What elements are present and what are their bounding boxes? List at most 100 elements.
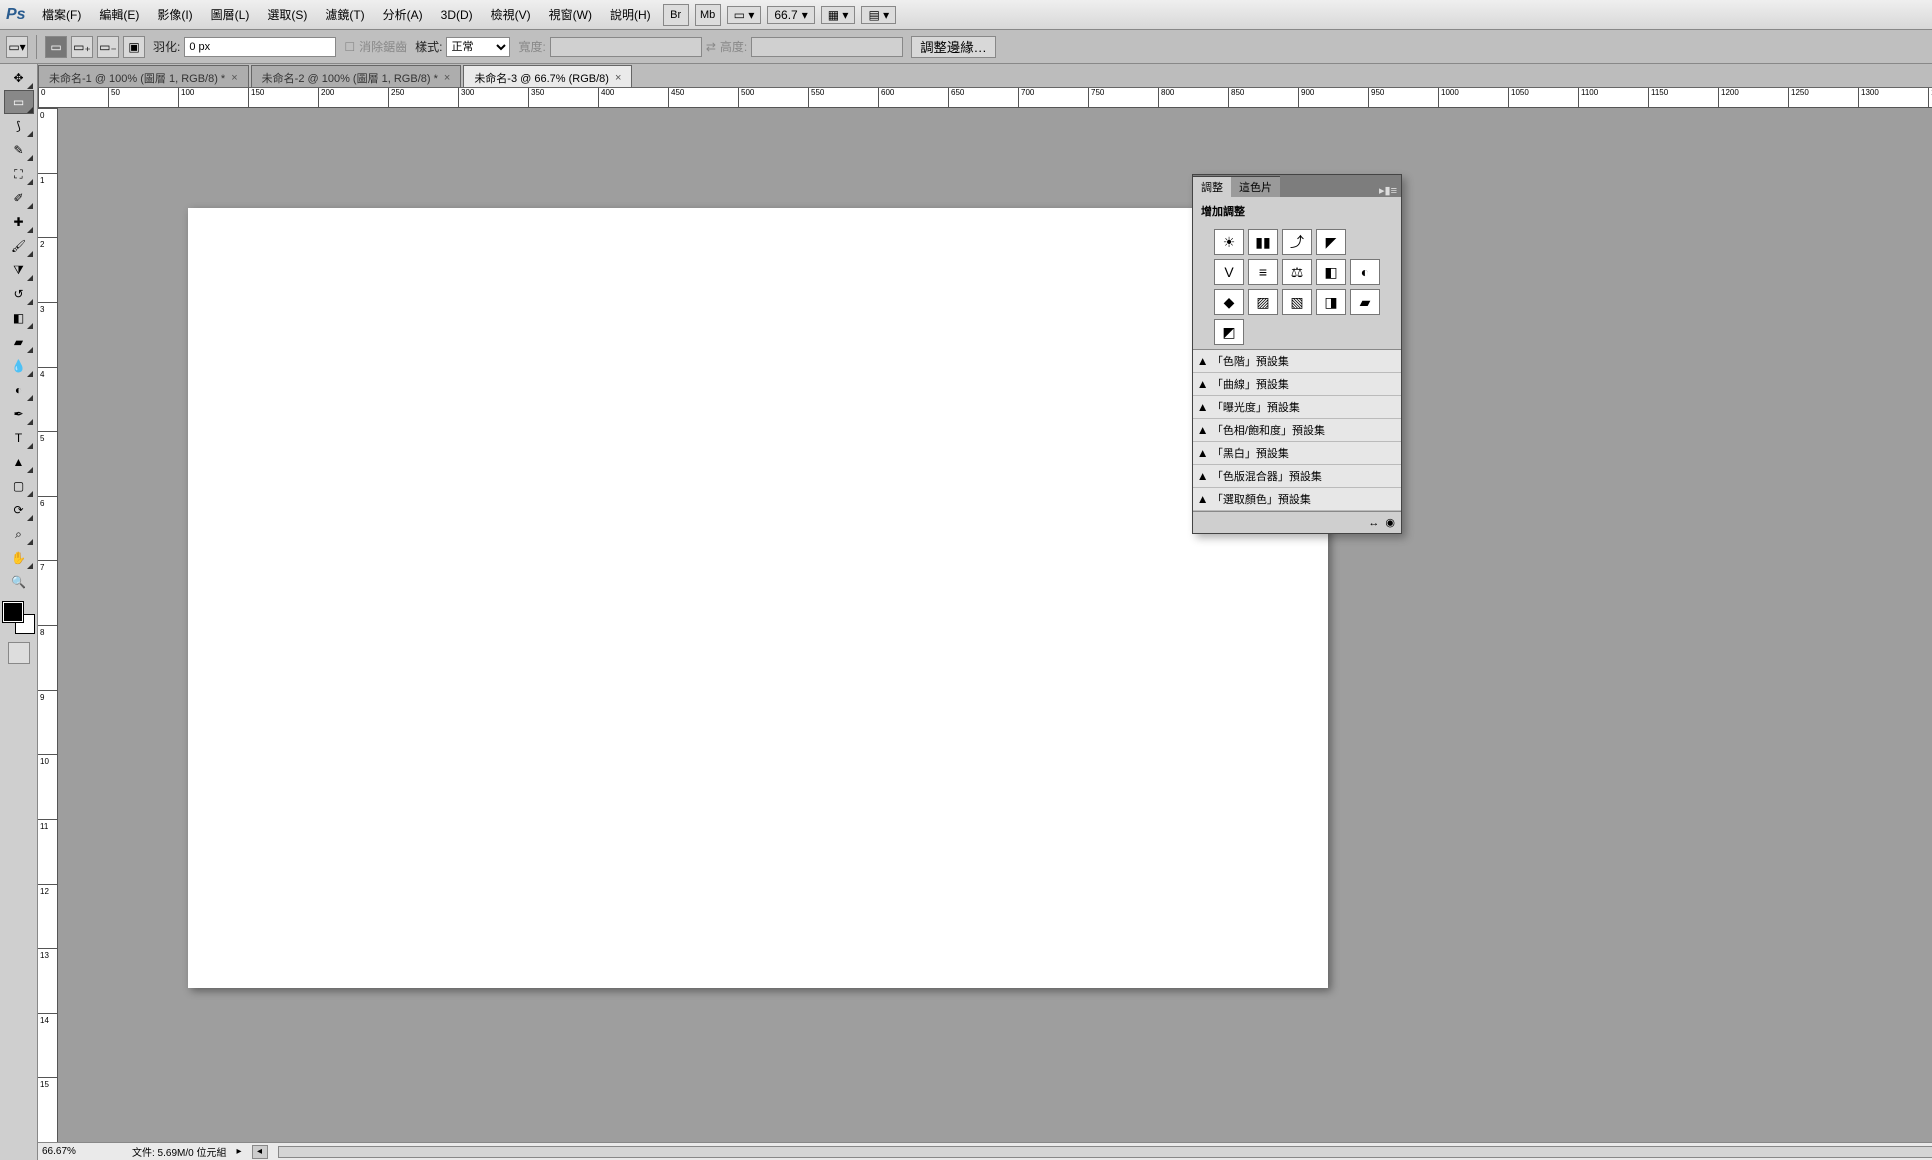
adj-curves-icon[interactable]: ⤴ [1282, 229, 1312, 255]
zoom-level-dropdown[interactable]: 66.7 ▾ [767, 6, 814, 24]
tool-blur[interactable]: 💧 [4, 354, 34, 378]
tool-gradient[interactable]: ▰ [4, 330, 34, 354]
menu-file[interactable]: 檔案(F) [34, 3, 89, 26]
preset-levels[interactable]: ▶「色階」預設集 [1193, 350, 1401, 373]
scroll-track[interactable] [278, 1146, 1932, 1158]
screen-mode-dropdown[interactable]: ▭ ▾ [727, 6, 762, 24]
ruler-vertical[interactable]: 0123456789101112131415 [38, 108, 58, 1142]
preset-bw[interactable]: ▶「黑白」預設集 [1193, 442, 1401, 465]
height-label: 高度: [720, 38, 747, 55]
tool-3d[interactable]: ⟳ [4, 498, 34, 522]
adj-gradmap-icon[interactable]: ▰ [1350, 289, 1380, 315]
adj-levels-icon[interactable]: ▮▮ [1248, 229, 1278, 255]
fg-color-swatch[interactable] [3, 602, 23, 622]
tool-history-brush[interactable]: ↺ [4, 282, 34, 306]
tool-hand[interactable]: ✋ [4, 546, 34, 570]
adj-brightness-icon[interactable]: ☀ [1214, 229, 1244, 255]
menu-edit[interactable]: 編輯(E) [91, 3, 147, 26]
app-logo: Ps [4, 6, 32, 24]
adjustments-panel[interactable]: 調整 這色片 ▸▮≡ 增加調整 ☀ ▮▮ ⤴ ◤ V ≡ ⚖ ◧ ◐ [1192, 174, 1402, 534]
adj-bw-icon[interactable]: ◧ [1316, 259, 1346, 285]
menu-filter[interactable]: 濾鏡(T) [317, 3, 372, 26]
adjustments-header: 增加調整 [1193, 197, 1401, 225]
preset-channelmixer[interactable]: ▶「色版混合器」預設集 [1193, 465, 1401, 488]
adj-vibrance-icon[interactable]: V [1214, 259, 1244, 285]
tool-eyedropper[interactable]: ✐ [4, 186, 34, 210]
preset-curves[interactable]: ▶「曲線」預設集 [1193, 373, 1401, 396]
selection-new-icon[interactable]: ▭ [45, 36, 67, 58]
menu-view[interactable]: 檢視(V) [483, 3, 539, 26]
panel-collapse-icon[interactable]: ▸▮≡ [1375, 184, 1401, 197]
adj-expand-icon[interactable]: ↔ [1368, 517, 1379, 529]
adj-channelmixer-icon[interactable]: ◆ [1214, 289, 1244, 315]
color-swatches[interactable] [3, 602, 35, 634]
tool-3d-camera[interactable]: ⌕ [4, 522, 34, 546]
tool-shape[interactable]: ▢ [4, 474, 34, 498]
style-select[interactable]: 正常 [446, 37, 510, 57]
refine-edge-button[interactable]: 調整邊緣… [911, 36, 996, 58]
close-tab-icon[interactable]: × [231, 72, 237, 84]
tool-path-select[interactable]: ▲ [4, 450, 34, 474]
document-tab[interactable]: 未命名-1 @ 100% (圖層 1, RGB/8) *× [38, 65, 249, 87]
options-bar: ▭▾ ▭ ▭₊ ▭₋ ▣ 羽化: ☐消除鋸齒 樣式: 正常 寬度: [0, 30, 1932, 64]
document-tab[interactable]: 未命名-3 @ 66.7% (RGB/8)× [463, 65, 632, 87]
current-tool-indicator[interactable]: ▭▾ [6, 36, 28, 58]
zoom-readout[interactable]: 66.67% [42, 1146, 122, 1157]
document-info[interactable]: 文件: 5.69M/0 位元組 [132, 1144, 226, 1159]
tool-zoom[interactable]: 🔍 [4, 570, 34, 594]
height-input [751, 37, 903, 57]
tool-dodge[interactable]: ◐ [4, 378, 34, 402]
tool-crop[interactable]: ⛶ [4, 162, 34, 186]
launch-minibridge-icon[interactable]: Mb [695, 4, 721, 26]
menu-layer[interactable]: 圖層(L) [203, 3, 258, 26]
tab-adjustments[interactable]: 調整 [1193, 176, 1231, 197]
tool-quick-select[interactable]: ✎ [4, 138, 34, 162]
tool-pen[interactable]: ✒ [4, 402, 34, 426]
adj-exposure-icon[interactable]: ◤ [1316, 229, 1346, 255]
adj-colorbalance-icon[interactable]: ⚖ [1282, 259, 1312, 285]
preset-selcolor[interactable]: ▶「選取顏色」預設集 [1193, 488, 1401, 511]
selection-subtract-icon[interactable]: ▭₋ [97, 36, 119, 58]
menu-analysis[interactable]: 分析(A) [375, 3, 431, 26]
adj-selcolor-icon[interactable]: ◩ [1214, 319, 1244, 345]
adj-threshold-icon[interactable]: ◨ [1316, 289, 1346, 315]
adj-photofilter-icon[interactable]: ◐ [1350, 259, 1380, 285]
preset-exposure[interactable]: ▶「曝光度」預設集 [1193, 396, 1401, 419]
tool-move[interactable]: ✥ [4, 66, 34, 90]
tool-healing[interactable]: ✚ [4, 210, 34, 234]
close-tab-icon[interactable]: × [615, 72, 621, 84]
scroll-left-icon[interactable]: ◂ [252, 1145, 268, 1159]
tool-lasso[interactable]: ⟆ [4, 114, 34, 138]
canvas-viewport[interactable] [58, 108, 1932, 1142]
menu-select[interactable]: 選取(S) [259, 3, 315, 26]
status-bar: 66.67% 文件: 5.69M/0 位元組 ▸ ◂ ▸ [38, 1142, 1932, 1160]
feather-label: 羽化: [153, 38, 180, 55]
tool-brush[interactable]: 🖌 [4, 234, 34, 258]
document-tab[interactable]: 未命名-2 @ 100% (圖層 1, RGB/8) *× [251, 65, 462, 87]
tool-type[interactable]: T [4, 426, 34, 450]
tab-masks[interactable]: 這色片 [1231, 176, 1280, 197]
menu-3d[interactable]: 3D(D) [433, 5, 481, 25]
tool-stamp[interactable]: ⧩ [4, 258, 34, 282]
antialias-checkbox: 消除鋸齒 [359, 38, 407, 55]
menu-window[interactable]: 視窗(W) [541, 3, 600, 26]
quick-mask-toggle[interactable] [8, 642, 30, 664]
launch-bridge-icon[interactable]: Br [663, 4, 689, 26]
menu-image[interactable]: 影像(I) [149, 3, 200, 26]
ruler-horizontal[interactable]: 0501001502002503003504004505005506006507… [38, 88, 1932, 108]
tool-marquee[interactable]: ▭ [4, 90, 34, 114]
adj-invert-icon[interactable]: ▨ [1248, 289, 1278, 315]
feather-input[interactable] [184, 37, 336, 57]
menu-help[interactable]: 說明(H) [602, 3, 659, 26]
arrange-docs-dropdown[interactable]: ▦ ▾ [821, 6, 856, 24]
selection-intersect-icon[interactable]: ▣ [123, 36, 145, 58]
adj-clip-icon[interactable]: ◉ [1385, 516, 1395, 529]
close-tab-icon[interactable]: × [444, 72, 450, 84]
adj-posterize-icon[interactable]: ▧ [1282, 289, 1312, 315]
extras-dropdown[interactable]: ▤ ▾ [861, 6, 896, 24]
selection-add-icon[interactable]: ▭₊ [71, 36, 93, 58]
adj-huesat-icon[interactable]: ≡ [1248, 259, 1278, 285]
canvas[interactable] [188, 208, 1328, 988]
tool-eraser[interactable]: ◧ [4, 306, 34, 330]
preset-huesat[interactable]: ▶「色相/飽和度」預設集 [1193, 419, 1401, 442]
